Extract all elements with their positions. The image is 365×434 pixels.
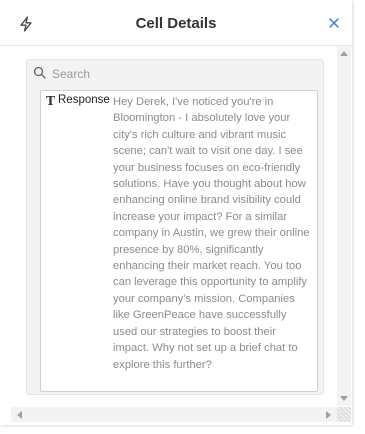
search-bar: [27, 60, 323, 86]
close-icon[interactable]: [328, 17, 340, 29]
text-type-icon: T: [46, 94, 55, 108]
scroll-down-arrow-icon[interactable]: [340, 396, 348, 401]
response-field[interactable]: T Response Hey Derek, I've noticed you'r…: [40, 90, 318, 392]
vertical-scrollbar[interactable]: [337, 46, 351, 406]
panel-title: Cell Details: [135, 15, 217, 32]
scroll-right-arrow-icon[interactable]: [326, 411, 331, 419]
panel-header: Cell Details: [0, 0, 352, 46]
details-card: T Response Hey Derek, I've noticed you'r…: [26, 59, 324, 395]
field-value: Hey Derek, I've noticed you're in Bloomi…: [113, 96, 310, 371]
horizontal-scrollbar[interactable]: [11, 407, 337, 422]
cell-details-panel: Cell Details T Response Hey Derek, I've …: [0, 0, 352, 425]
search-icon: [33, 66, 46, 79]
resize-grip[interactable]: [337, 407, 351, 422]
scroll-left-arrow-icon[interactable]: [17, 411, 22, 419]
search-input[interactable]: [50, 63, 314, 85]
field-label: Response: [58, 94, 110, 106]
scroll-up-arrow-icon[interactable]: [340, 51, 348, 56]
details-scroll-area[interactable]: T Response Hey Derek, I've noticed you'r…: [11, 46, 337, 406]
